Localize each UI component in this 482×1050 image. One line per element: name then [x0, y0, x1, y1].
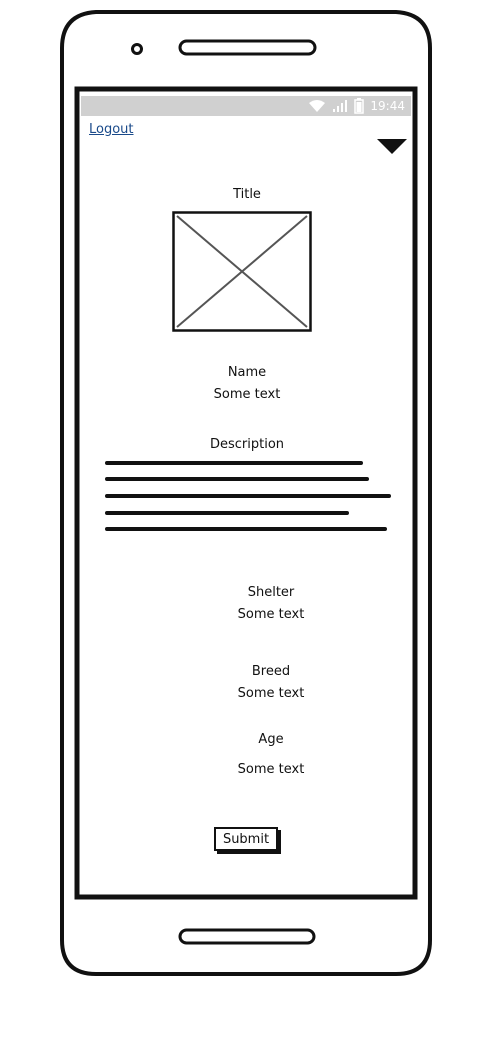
- submit-button[interactable]: Submit: [214, 827, 278, 851]
- wifi-icon: [309, 100, 326, 112]
- name-label: Name: [227, 365, 267, 380]
- battery-icon: [354, 98, 365, 114]
- image-placeholder-icon: [172, 211, 312, 332]
- logout-link[interactable]: Logout: [89, 122, 134, 137]
- description-label: Description: [209, 437, 285, 452]
- signal-icon: [333, 100, 348, 112]
- breed-value: Some text: [237, 686, 305, 701]
- status-time: 19:44: [370, 99, 405, 113]
- breed-label: Breed: [251, 664, 291, 679]
- shelter-value: Some text: [237, 607, 305, 622]
- status-bar: 19:44: [81, 96, 411, 116]
- dropdown-triangle-icon[interactable]: [376, 137, 408, 157]
- name-value: Some text: [213, 387, 281, 402]
- age-label: Age: [258, 732, 284, 747]
- description-text-block: [105, 461, 391, 531]
- app-screen: 19:44 Logout Title Name Some text Descri…: [81, 93, 413, 893]
- age-value: Some text: [237, 762, 305, 777]
- title-label: Title: [233, 187, 261, 202]
- shelter-label: Shelter: [247, 585, 295, 600]
